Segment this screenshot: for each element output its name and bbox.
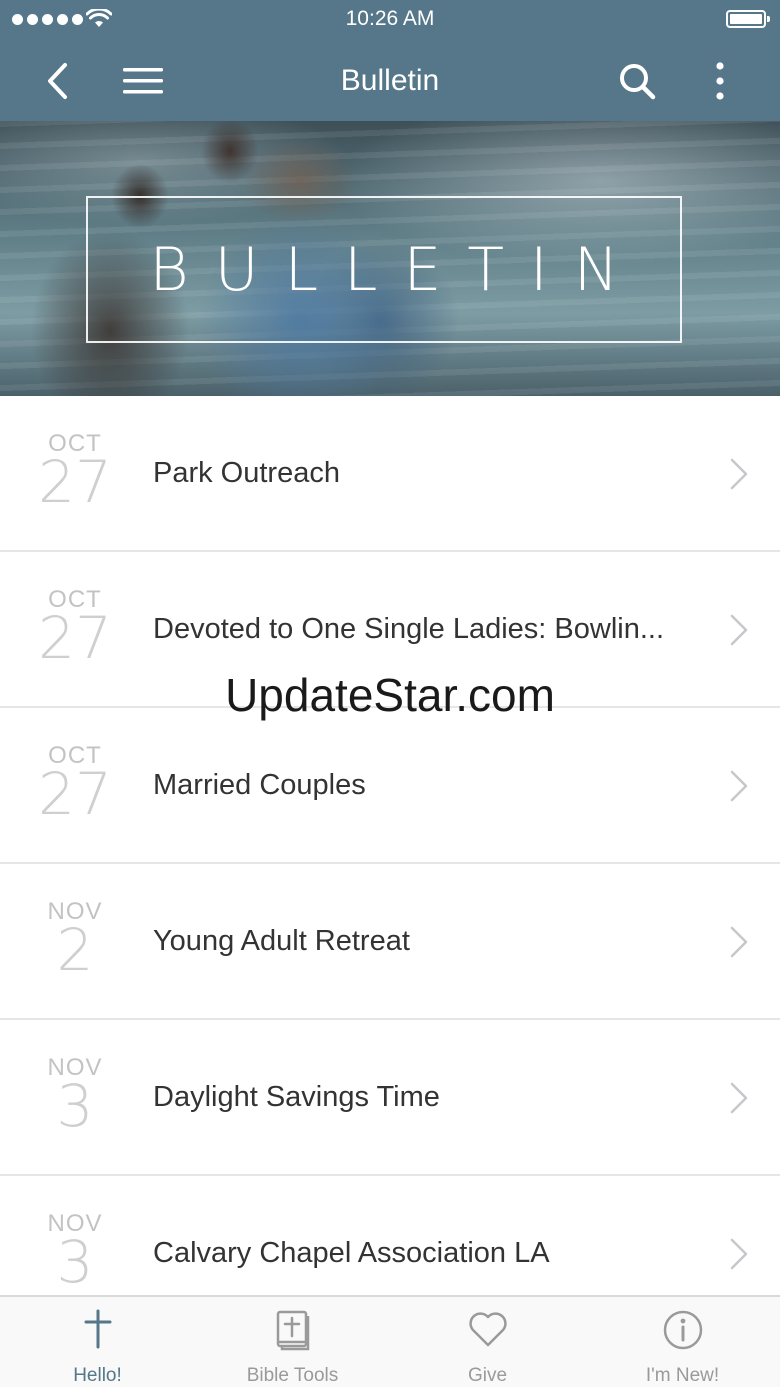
tab-bar: Hello! Bible Tools Give I'm New! <box>0 1295 780 1387</box>
search-icon <box>620 63 656 99</box>
event-title: Devoted to One Single Ladies: Bowlin... <box>153 613 665 645</box>
hero-banner: BULLETIN <box>0 121 780 396</box>
info-icon <box>663 1310 702 1350</box>
event-day: 2 <box>56 916 94 984</box>
status-time: 10:26 AM <box>345 7 435 30</box>
battery-icon <box>726 10 770 28</box>
cross-icon <box>84 1309 111 1349</box>
list-item[interactable]: NOV 3 Daylight Savings Time <box>0 1020 780 1176</box>
event-day: 27 <box>38 760 112 828</box>
chevron-right-icon <box>730 1238 748 1270</box>
tab-label: I'm New! <box>645 1365 720 1386</box>
back-button[interactable] <box>34 40 80 121</box>
app-header: 10:26 AM Bulletin <box>0 0 780 121</box>
tab-hello[interactable]: Hello! <box>0 1297 195 1389</box>
page-title: Bulletin <box>340 64 440 97</box>
bulletin-list: OCT 27 Park Outreach OCT 27 Devoted to O… <box>0 396 780 1332</box>
event-title: Daylight Savings Time <box>153 1081 440 1113</box>
more-vertical-icon <box>716 61 724 100</box>
event-day: 27 <box>38 604 112 672</box>
heart-icon <box>468 1312 507 1347</box>
tab-label: Hello! <box>73 1365 122 1386</box>
chevron-right-icon <box>730 458 748 490</box>
event-title: Park Outreach <box>153 457 340 489</box>
chevron-right-icon <box>730 614 748 646</box>
tab-bible-tools[interactable]: Bible Tools <box>195 1297 390 1389</box>
hero-title: BULLETIN <box>149 234 645 305</box>
hero-title-frame: BULLETIN <box>86 196 682 343</box>
tab-label: Give <box>467 1365 508 1386</box>
list-item[interactable]: OCT 27 Park Outreach <box>0 396 780 552</box>
event-day: 3 <box>56 1228 94 1296</box>
status-bar: 10:26 AM <box>0 0 780 40</box>
event-day: 27 <box>38 448 112 516</box>
search-button[interactable] <box>614 40 660 121</box>
more-options-button[interactable] <box>704 40 736 121</box>
list-item[interactable]: OCT 27 Devoted to One Single Ladies: Bow… <box>0 552 780 708</box>
navigation-bar: Bulletin <box>0 40 780 121</box>
event-day: 3 <box>56 1072 94 1140</box>
list-item[interactable]: NOV 2 Young Adult Retreat <box>0 864 780 1020</box>
chevron-right-icon <box>730 926 748 958</box>
chevron-right-icon <box>730 770 748 802</box>
chevron-left-icon <box>48 62 67 99</box>
event-title: Married Couples <box>153 769 366 801</box>
chevron-right-icon <box>730 1082 748 1114</box>
tab-im-new[interactable]: I'm New! <box>585 1297 780 1389</box>
tab-label: Bible Tools <box>246 1365 339 1386</box>
list-item[interactable]: OCT 27 Married Couples <box>0 708 780 864</box>
hamburger-menu-icon <box>123 67 163 93</box>
tab-give[interactable]: Give <box>390 1297 585 1389</box>
menu-button[interactable] <box>118 40 168 121</box>
bible-icon <box>276 1310 309 1351</box>
event-title: Young Adult Retreat <box>153 925 410 957</box>
